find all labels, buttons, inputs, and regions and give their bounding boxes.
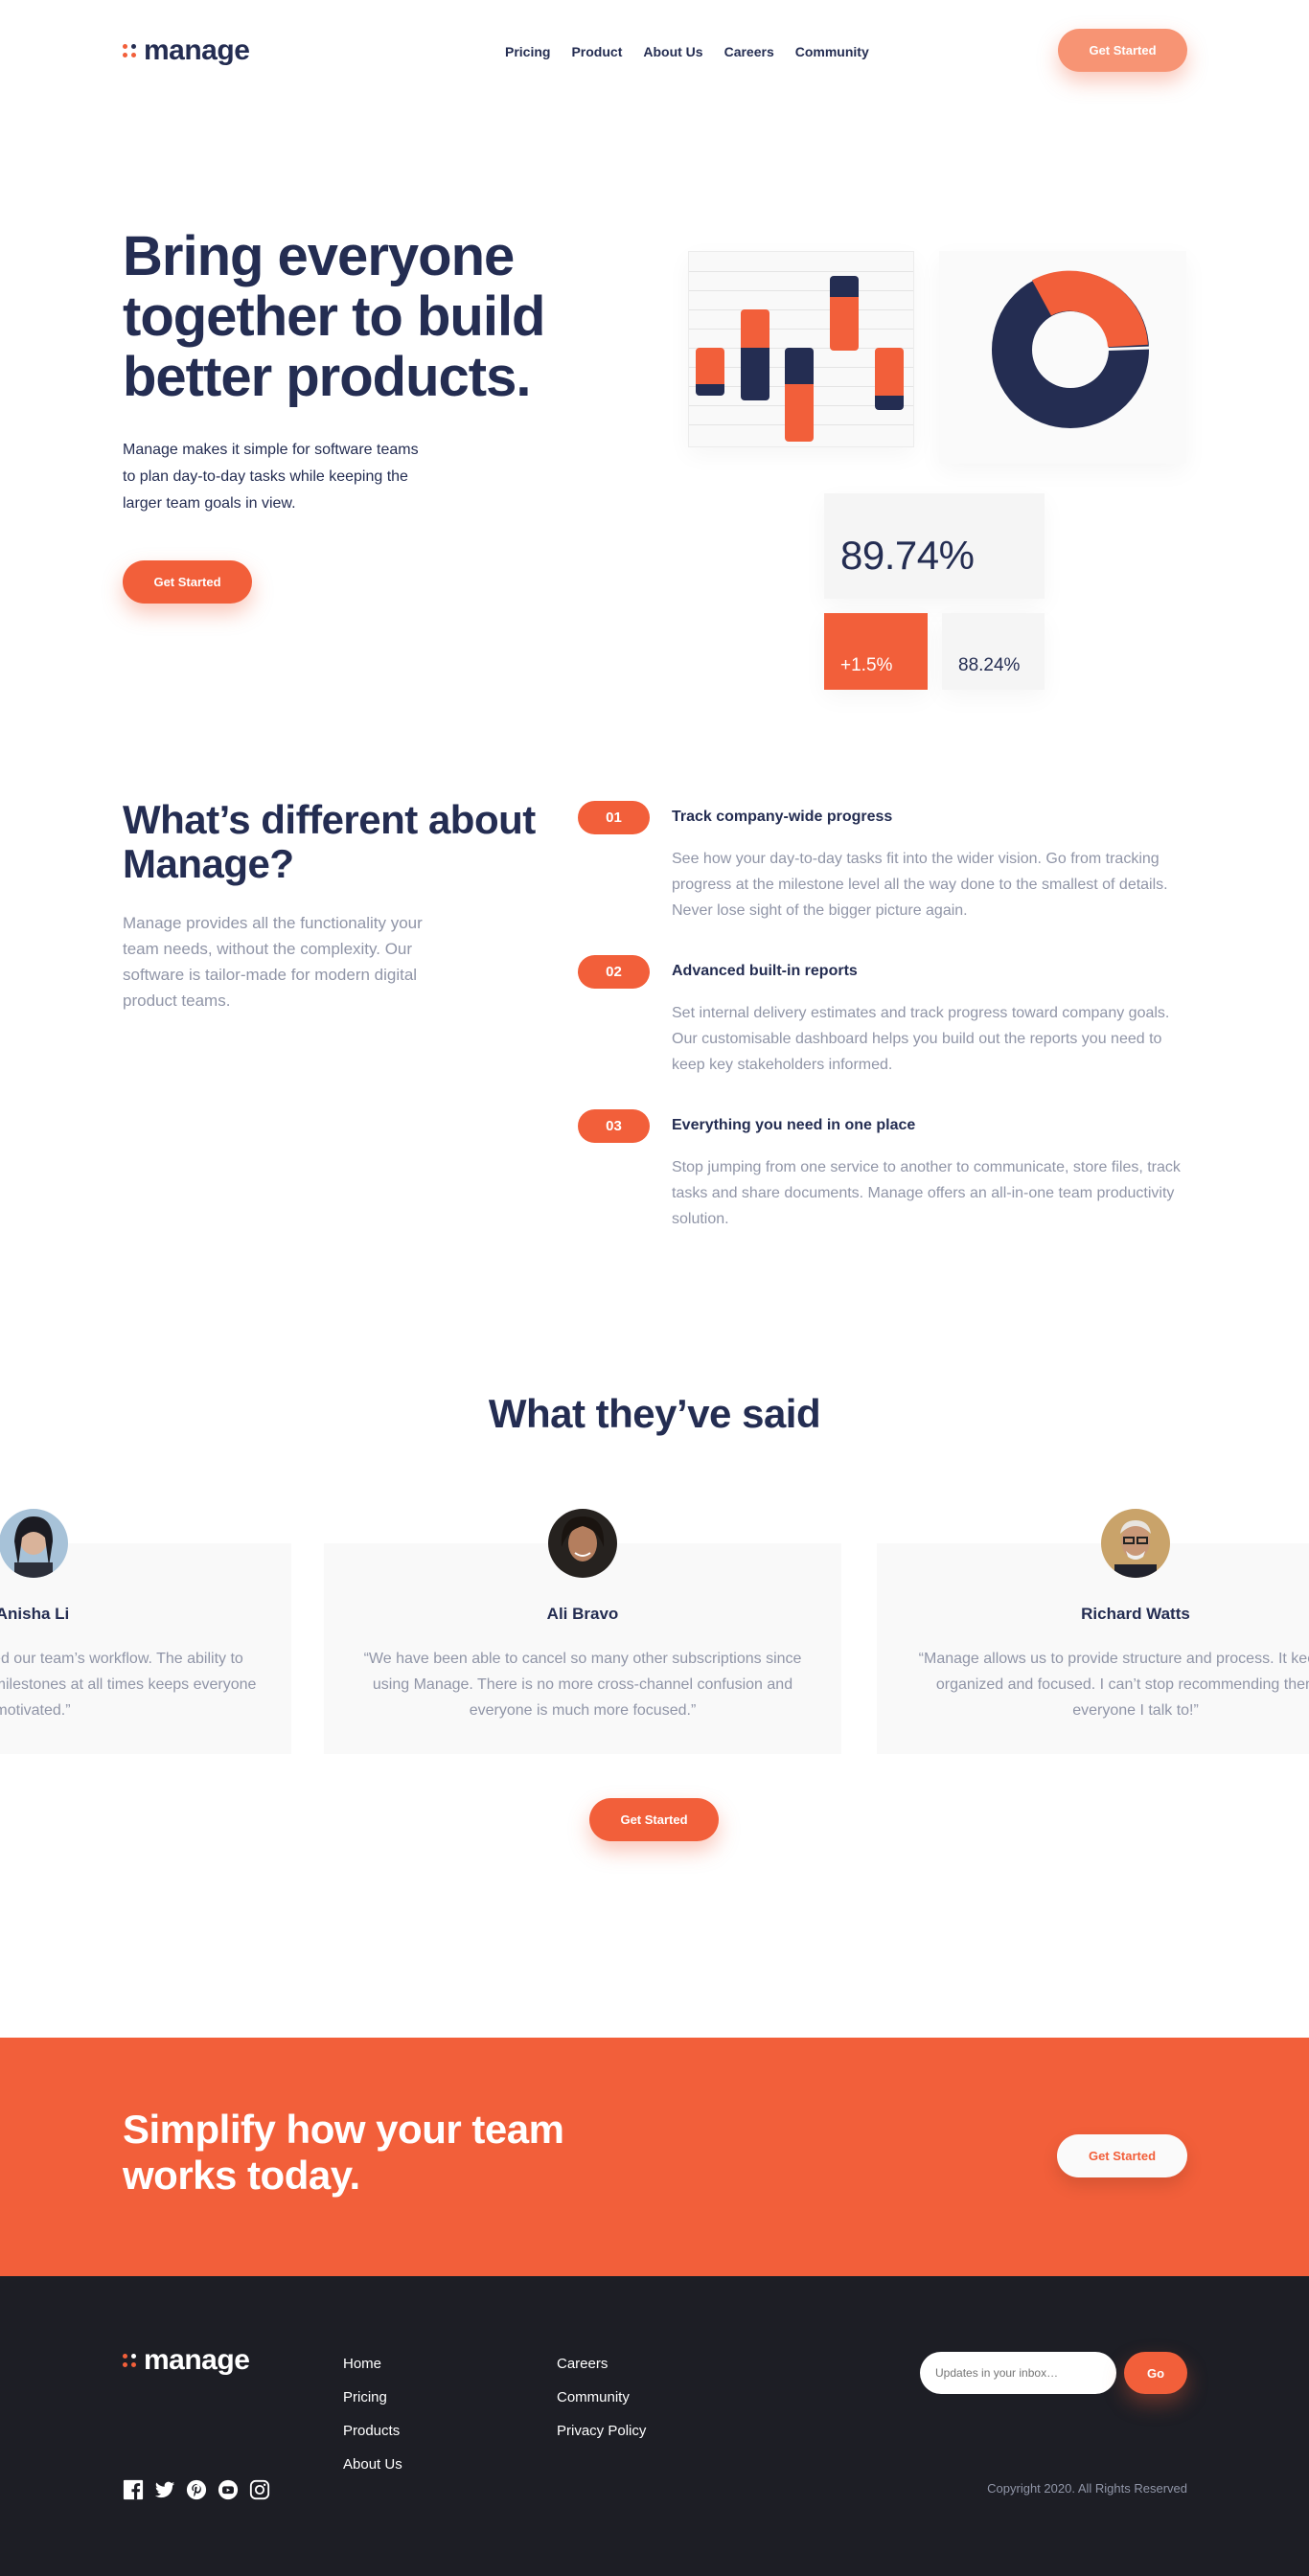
footer-link-privacy-policy[interactable]: Privacy Policy [557, 2422, 646, 2440]
avatar [0, 1509, 68, 1578]
cta-get-started-button[interactable]: Get Started [1057, 2134, 1187, 2177]
bar-chart-illustration [688, 251, 914, 447]
nav-community[interactable]: Community [795, 44, 869, 59]
hero-title: Bring everyone together to build better … [123, 225, 546, 408]
feature-title: Advanced built-in reports [672, 963, 858, 979]
nav-about-us[interactable]: About Us [643, 44, 702, 59]
stat-main-value: 89.74% [840, 533, 975, 578]
facebook-icon[interactable] [123, 2479, 144, 2500]
feature-number-badge: 01 [578, 801, 650, 834]
hero-description: Manage makes it simple for software team… [123, 442, 419, 512]
nav-careers[interactable]: Careers [724, 44, 774, 59]
feature-number-badge: 02 [578, 955, 650, 989]
site-header: manage Pricing Product About Us Careers … [123, 29, 1187, 77]
testimonials-title: What they’ve said [488, 1391, 821, 1436]
instagram-icon[interactable] [249, 2479, 270, 2500]
footer-links-primary: Home Pricing Products About Us [343, 2355, 402, 2473]
stat-secondary-card [942, 613, 1045, 690]
footer-links-secondary: Careers Community Privacy Policy [557, 2355, 646, 2440]
footer-logo[interactable]: manage [123, 2344, 250, 2377]
main-nav: Pricing Product About Us Careers Communi… [505, 44, 869, 59]
newsletter-go-button[interactable]: Go [1124, 2352, 1187, 2394]
feature-body: Stop jumping from one service to another… [672, 1159, 1181, 1227]
footer-link-careers[interactable]: Careers [557, 2355, 646, 2373]
footer-link-pricing[interactable]: Pricing [343, 2388, 402, 2406]
avatar [548, 1509, 617, 1578]
logo-mark-icon [123, 2354, 136, 2367]
donut-chart-illustration [939, 251, 1186, 464]
logo-mark-icon [123, 44, 136, 57]
footer-link-community[interactable]: Community [557, 2388, 646, 2406]
testimonial-name: Ali Bravo [546, 1605, 619, 1623]
feature-title: Everything you need in one place [672, 1117, 916, 1133]
copyright-text: Copyright 2020. All Rights Reserved [987, 2481, 1187, 2496]
youtube-icon[interactable] [218, 2479, 239, 2500]
testimonial-quote: “Manage has supercharged our team’s work… [0, 1651, 257, 1719]
feature-title: Track company-wide progress [672, 809, 893, 825]
hero-get-started-button[interactable]: Get Started [123, 560, 252, 604]
testimonial-quote: “We have been able to cancel so many oth… [363, 1651, 802, 1719]
footer-link-home[interactable]: Home [343, 2355, 402, 2373]
testimonial-name: Anisha Li [0, 1605, 70, 1623]
footer-link-about-us[interactable]: About Us [343, 2455, 402, 2473]
header-get-started-button[interactable]: Get Started [1058, 29, 1187, 72]
feature-body: Set internal delivery estimates and trac… [672, 1005, 1170, 1073]
logo[interactable]: manage [123, 34, 250, 67]
twitter-icon[interactable] [154, 2479, 175, 2500]
testimonial-name: Richard Watts [1081, 1605, 1190, 1623]
testimonials-carousel: Anisha Li “Manage has supercharged our t… [0, 1494, 1309, 1782]
donut-chart-icon [992, 270, 1153, 428]
pinterest-icon[interactable] [186, 2479, 207, 2500]
feature-body: See how your day-to-day tasks fit into t… [672, 851, 1168, 919]
features-description: Manage provides all the functionality yo… [123, 914, 423, 1010]
cta-title: Simplify how your team works today. [123, 2107, 564, 2198]
avatar [1101, 1509, 1170, 1578]
features-title: What’s different about Manage? [123, 797, 536, 886]
testimonials-get-started-button[interactable]: Get Started [589, 1798, 719, 1841]
footer-link-products[interactable]: Products [343, 2422, 402, 2440]
stat-secondary-value: 88.24% [958, 655, 1021, 675]
stat-delta-card [824, 613, 928, 690]
site-footer [0, 2276, 1309, 2576]
nav-pricing[interactable]: Pricing [505, 44, 550, 59]
nav-product[interactable]: Product [571, 44, 622, 59]
logo-text: manage [144, 2344, 250, 2376]
feature-number-badge: 03 [578, 1109, 650, 1143]
stat-delta-value: +1.5% [840, 655, 893, 675]
newsletter-email-input[interactable] [920, 2352, 1116, 2394]
social-links [123, 2479, 270, 2500]
logo-text: manage [144, 34, 250, 66]
testimonial-quote: “Manage allows us to provide structure a… [918, 1651, 1309, 1719]
